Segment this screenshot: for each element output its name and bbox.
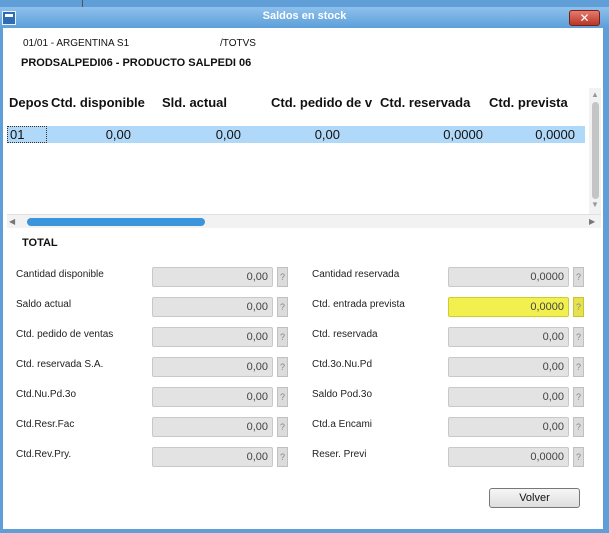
question-mark-icon: ? — [575, 452, 581, 462]
close-button[interactable]: ✕ — [569, 10, 600, 26]
question-mark-icon: ? — [575, 392, 581, 402]
ctd-reservada-field[interactable]: 0,00 — [448, 327, 569, 347]
help-button[interactable]: ? — [277, 327, 288, 347]
field-label: Ctd.Rev.Pry. — [16, 449, 72, 460]
cell-ctd-prevista[interactable]: 0,0000 — [489, 127, 575, 142]
question-mark-icon: ? — [575, 362, 581, 372]
cantidad-reservada-field[interactable]: 0,0000 — [448, 267, 569, 287]
question-mark-icon: ? — [575, 422, 581, 432]
help-button[interactable]: ? — [573, 327, 584, 347]
help-button[interactable]: ? — [573, 297, 584, 317]
cell-sld-actual[interactable]: 0,00 — [162, 127, 241, 142]
question-mark-icon: ? — [575, 272, 581, 282]
dialog-body: 01/01 - ARGENTINA S1 /TOTVS PRODSALPEDI0… — [3, 28, 603, 529]
company-label: 01/01 - ARGENTINA S1 — [23, 38, 130, 49]
help-button[interactable]: ? — [573, 447, 584, 467]
column-header-deposito[interactable]: Depos — [9, 95, 51, 110]
field-label: Saldo actual — [16, 299, 72, 310]
vertical-scrollbar[interactable]: ▲ ▼ — [589, 88, 601, 214]
cell-ctd-disponible[interactable]: 0,00 — [51, 127, 131, 142]
vertical-scroll-thumb[interactable] — [592, 102, 599, 199]
ctd-nu-pd-3o-field[interactable]: 0,00 — [152, 387, 273, 407]
field-label: Ctd. reservada S.A. — [16, 359, 104, 370]
ctd-rev-pry-field[interactable]: 0,00 — [152, 447, 273, 467]
field-label: Ctd. pedido de ventas — [16, 329, 114, 340]
question-mark-icon: ? — [279, 362, 285, 372]
scroll-up-arrow-icon[interactable]: ▲ — [589, 90, 601, 100]
cell-ctd-reservada[interactable]: 0,0000 — [380, 127, 483, 142]
help-button[interactable]: ? — [573, 267, 584, 287]
dialog-window: Saldos en stock ✕ 01/01 - ARGENTINA S1 /… — [0, 0, 609, 533]
ctd-pedido-ventas-field[interactable]: 0,00 — [152, 327, 273, 347]
help-button[interactable]: ? — [573, 417, 584, 437]
question-mark-icon: ? — [279, 302, 285, 312]
help-button[interactable]: ? — [277, 417, 288, 437]
field-label: Ctd.3o.Nu.Pd — [312, 359, 373, 370]
question-mark-icon: ? — [575, 332, 581, 342]
reser-previ-field[interactable]: 0,0000 — [448, 447, 569, 467]
help-button[interactable]: ? — [277, 387, 288, 407]
question-mark-icon: ? — [279, 392, 285, 402]
column-header-ctd-disponible[interactable]: Ctd. disponible — [51, 95, 161, 110]
ctd-entrada-prevista-field[interactable]: 0,0000 — [448, 297, 569, 317]
question-mark-icon: ? — [279, 422, 285, 432]
help-button[interactable]: ? — [277, 267, 288, 287]
scroll-down-arrow-icon[interactable]: ▼ — [589, 200, 601, 210]
product-label: PRODSALPEDI06 - PRODUCTO SALPEDI 06 — [21, 57, 252, 69]
scroll-left-arrow-icon[interactable]: ◀ — [9, 215, 19, 229]
field-label: Ctd.a Encami — [312, 419, 373, 430]
field-label: Reser. Previ — [312, 449, 367, 460]
ctd-resr-fac-field[interactable]: 0,00 — [152, 417, 273, 437]
ctd-3o-nu-pd-field[interactable]: 0,00 — [448, 357, 569, 377]
background-line — [82, 0, 83, 7]
close-icon: ✕ — [579, 11, 590, 25]
field-label: Cantidad disponible — [16, 269, 104, 280]
volver-button[interactable]: Volver — [489, 488, 580, 508]
stock-grid[interactable]: Depos Ctd. disponible Sld. actual Ctd. p… — [7, 88, 601, 228]
question-mark-icon: ? — [575, 302, 581, 312]
table-row[interactable]: 01 0,00 0,00 0,00 0,0000 0,0000 — [7, 126, 585, 143]
question-mark-icon: ? — [279, 452, 285, 462]
title-bar[interactable]: Saldos en stock ✕ — [0, 7, 609, 28]
saldo-pod-3o-field[interactable]: 0,00 — [448, 387, 569, 407]
cell-deposito[interactable]: 01 — [7, 126, 47, 143]
column-header-sld-actual[interactable]: Sld. actual — [162, 95, 268, 110]
field-label: Saldo Pod.3o — [312, 389, 373, 400]
question-mark-icon: ? — [279, 332, 285, 342]
field-label: Cantidad reservada — [312, 269, 400, 280]
field-label: Ctd.Resr.Fac — [16, 419, 75, 430]
help-button[interactable]: ? — [277, 357, 288, 377]
column-header-ctd-prevista[interactable]: Ctd. prevista — [489, 95, 585, 110]
question-mark-icon: ? — [279, 272, 285, 282]
field-label: Ctd.Nu.Pd.3o — [16, 389, 77, 400]
user-label: /TOTVS — [220, 38, 256, 49]
horizontal-scrollbar[interactable]: ◀ ▶ — [7, 214, 601, 228]
window-title: Saldos en stock — [262, 10, 347, 22]
total-section-title: TOTAL — [22, 237, 58, 249]
column-header-ctd-reservada[interactable]: Ctd. reservada — [380, 95, 486, 110]
help-button[interactable]: ? — [277, 297, 288, 317]
help-button[interactable]: ? — [573, 357, 584, 377]
help-button[interactable]: ? — [573, 387, 584, 407]
cell-ctd-pedido[interactable]: 0,00 — [271, 127, 340, 142]
column-header-ctd-pedido[interactable]: Ctd. pedido de v — [271, 95, 379, 110]
ctd-a-encami-field[interactable]: 0,00 — [448, 417, 569, 437]
ctd-reservada-sa-field[interactable]: 0,00 — [152, 357, 273, 377]
cantidad-disponible-field[interactable]: 0,00 — [152, 267, 273, 287]
saldo-actual-field[interactable]: 0,00 — [152, 297, 273, 317]
horizontal-scroll-thumb[interactable] — [27, 218, 205, 226]
field-label: Ctd. entrada prevista — [312, 299, 405, 310]
field-label: Ctd. reservada — [312, 329, 378, 340]
help-button[interactable]: ? — [277, 447, 288, 467]
scroll-right-arrow-icon[interactable]: ▶ — [589, 215, 599, 229]
